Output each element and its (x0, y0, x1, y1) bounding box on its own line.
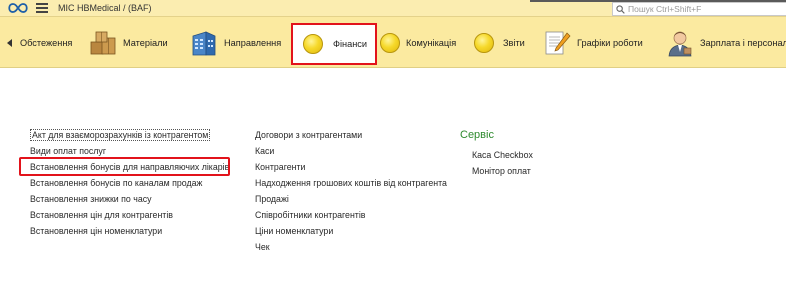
link-nomenclature-prices[interactable]: Ціни номенклатури (255, 223, 447, 239)
highlight-frame (19, 157, 230, 176)
section-work-schedules[interactable]: Графіки роботи (543, 17, 643, 68)
section-examinations[interactable]: Обстеження (20, 17, 72, 68)
link-sales-channel-bonuses[interactable]: Встановлення бонусів по каналам продаж (30, 175, 229, 191)
finance-list-middle: Договори з контрагентами Каси Контрагент… (255, 127, 447, 255)
link-sales[interactable]: Продажі (255, 191, 447, 207)
document-pencil-icon (545, 31, 571, 54)
coin-icon (474, 32, 494, 53)
coin-icon (380, 32, 400, 53)
section-materials[interactable]: Матеріали (89, 17, 168, 68)
section-reports[interactable]: Звіти (470, 17, 525, 68)
link-nomenclature-prices-setup[interactable]: Встановлення цін номенклатури (30, 223, 229, 239)
app-logo-icon[interactable] (7, 2, 29, 14)
link-checkbox-cash[interactable]: Каса Checkbox (472, 147, 533, 163)
section-salary-personnel[interactable]: Зарплата і персонал (666, 17, 786, 68)
link-time-discounts[interactable]: Встановлення знижки по часу (30, 191, 229, 207)
boxes-icon (90, 31, 116, 54)
section-communication[interactable]: Комунікація (376, 17, 456, 68)
section-referrals[interactable]: Направлення (190, 17, 281, 68)
main-menu-icon[interactable] (36, 3, 48, 13)
search-placeholder: Пошук Ctrl+Shift+F (628, 4, 702, 14)
link-payment-monitor[interactable]: Монітор оплат (472, 163, 533, 179)
section-finance[interactable]: Фінанси (291, 23, 378, 65)
link-cash-registers[interactable]: Каси (255, 143, 447, 159)
link-counterparty-contracts[interactable]: Договори з контрагентами (255, 127, 447, 143)
coin-icon (303, 34, 323, 54)
link-counterparty-employees[interactable]: Співробітники контрагентів (255, 207, 447, 223)
link-act-reconciliation[interactable]: Акт для взаєморозрахунків із контрагенто… (30, 127, 229, 143)
finance-list-left: Акт для взаєморозрахунків із контрагенто… (30, 127, 229, 239)
service-list: Каса Checkbox Монітор оплат (472, 147, 533, 179)
app-title: МІС HBMedical / (BAF) (58, 3, 152, 13)
person-icon (668, 31, 692, 56)
search-icon (616, 5, 625, 14)
title-bar: МІС HBMedical / (BAF) Пошук Ctrl+Shift+F (0, 0, 786, 17)
link-receipt[interactable]: Чек (255, 239, 447, 255)
search-input[interactable]: Пошук Ctrl+Shift+F (612, 2, 786, 16)
scroll-left-icon[interactable] (7, 39, 12, 47)
service-heading: Сервіс (460, 129, 494, 141)
building-icon (192, 30, 216, 55)
sections-panel: Обстеження Матеріали Направлення Фінанси… (0, 17, 786, 68)
link-counterparty-prices[interactable]: Встановлення цін для контрагентів (30, 207, 229, 223)
link-cash-receipts[interactable]: Надходження грошових коштів від контраге… (255, 175, 447, 191)
link-counterparties[interactable]: Контрагенти (255, 159, 447, 175)
